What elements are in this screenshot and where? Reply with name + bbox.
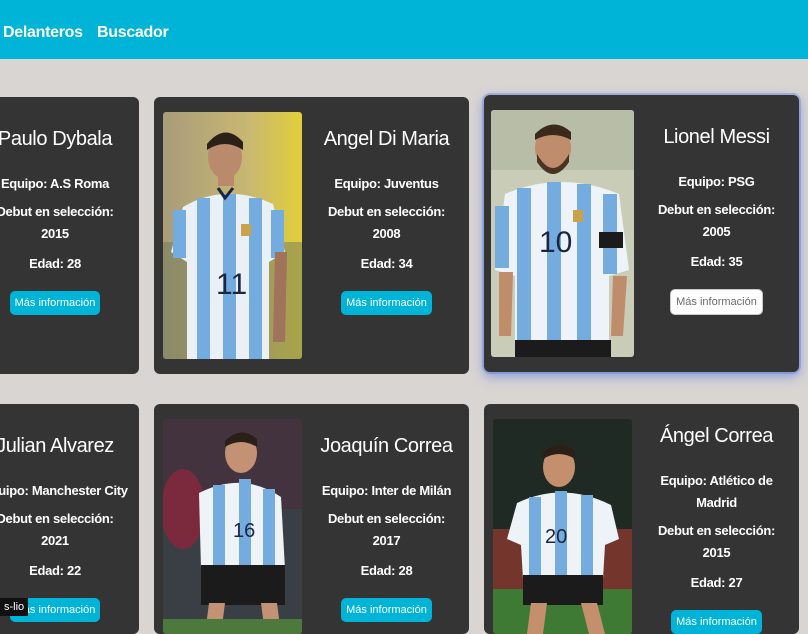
more-info-button[interactable]: Más información xyxy=(341,598,432,622)
player-debut-label: Debut en selección: xyxy=(327,511,446,526)
player-card-dybala: Paulo Dybala Equipo: A.S Roma Debut en s… xyxy=(0,97,139,374)
player-info: Angel Di Maria Equipo: Juventus Debut en… xyxy=(314,127,459,315)
jersey-number: 20 xyxy=(545,526,567,548)
player-name: Lionel Messi xyxy=(663,126,770,148)
player-debut-label: Debut en selección: xyxy=(0,511,114,526)
player-info: Joaquín Correa Equipo: Inter de Milán De… xyxy=(314,434,459,622)
player-card-di-maria: 11 Angel Di Maria Equipo: Juventus Debut… xyxy=(154,97,469,374)
player-name: Julian Alvarez xyxy=(0,435,114,457)
nav-link-buscador[interactable]: Buscador xyxy=(97,24,169,42)
player-team: Equipo: Atlético de xyxy=(660,473,773,488)
status-tooltip: s-lio xyxy=(0,598,29,616)
player-debut-year: 2021 xyxy=(41,533,69,548)
jersey-number: 10 xyxy=(539,226,572,259)
player-info: Ángel Correa Equipo: Atlético de Madrid … xyxy=(644,424,789,634)
player-card-messi: 10 Lionel Messi Equipo: PSG Debut en sel… xyxy=(484,95,799,372)
more-info-button[interactable]: Más información xyxy=(341,291,432,315)
player-photo: 10 xyxy=(491,110,634,357)
jersey-number: 11 xyxy=(216,268,247,301)
player-team-continued: Madrid xyxy=(696,495,737,510)
player-photo: 11 xyxy=(163,112,302,359)
player-debut-year: 2017 xyxy=(372,533,401,548)
player-photo: 20 xyxy=(493,419,632,634)
more-info-button[interactable]: Más información xyxy=(670,289,763,315)
player-name: Paulo Dybala xyxy=(0,128,113,150)
player-photo: 16 xyxy=(163,419,302,634)
player-debut-label: Debut en selección: xyxy=(657,523,776,538)
player-age: Edad: 28 xyxy=(360,563,413,578)
player-team: Equipo: PSG xyxy=(678,174,755,189)
player-debut-label: Debut en selección: xyxy=(657,202,776,217)
player-debut-label: Debut en selección: xyxy=(327,204,446,219)
jersey-number: 16 xyxy=(233,520,255,542)
player-team: Equipo: Manchester City xyxy=(0,483,128,498)
player-name: Joaquín Correa xyxy=(320,435,453,457)
player-card-joaquin-correa: 16 Joaquín Correa Equipo: Inter de Milán… xyxy=(154,404,469,634)
player-name: Ángel Correa xyxy=(659,425,774,447)
player-name: Angel Di Maria xyxy=(323,128,450,150)
player-debut-year: 2008 xyxy=(372,226,401,241)
player-age: Edad: 34 xyxy=(360,256,413,271)
player-debut-year: 2015 xyxy=(702,545,731,560)
player-info: Paulo Dybala Equipo: A.S Roma Debut en s… xyxy=(0,127,139,315)
more-info-button[interactable]: Más información xyxy=(9,291,101,315)
player-debut-year: 2005 xyxy=(702,224,731,239)
player-team: Equipo: Inter de Milán xyxy=(321,483,452,498)
player-age: Edad: 35 xyxy=(690,254,743,269)
player-team: Equipo: A.S Roma xyxy=(0,176,110,191)
player-age: Edad: 22 xyxy=(29,563,81,578)
player-age: Edad: 27 xyxy=(690,575,743,590)
player-card-angel-correa: 20 Ángel Correa Equipo: Atlético de Madr… xyxy=(484,404,799,634)
top-navbar: Delanteros Buscador xyxy=(0,0,808,59)
nav-link-delanteros[interactable]: Delanteros xyxy=(3,24,83,42)
player-info: Julian Alvarez Equipo: Manchester City D… xyxy=(0,434,139,622)
player-team: Equipo: Juventus xyxy=(334,176,439,191)
player-debut-label: Debut en selección: xyxy=(0,204,114,219)
player-age: Edad: 28 xyxy=(29,256,81,271)
player-debut-year: 2015 xyxy=(41,226,69,241)
more-info-button[interactable]: Más información xyxy=(671,610,762,634)
player-info: Lionel Messi Equipo: PSG Debut en selecc… xyxy=(644,125,789,315)
